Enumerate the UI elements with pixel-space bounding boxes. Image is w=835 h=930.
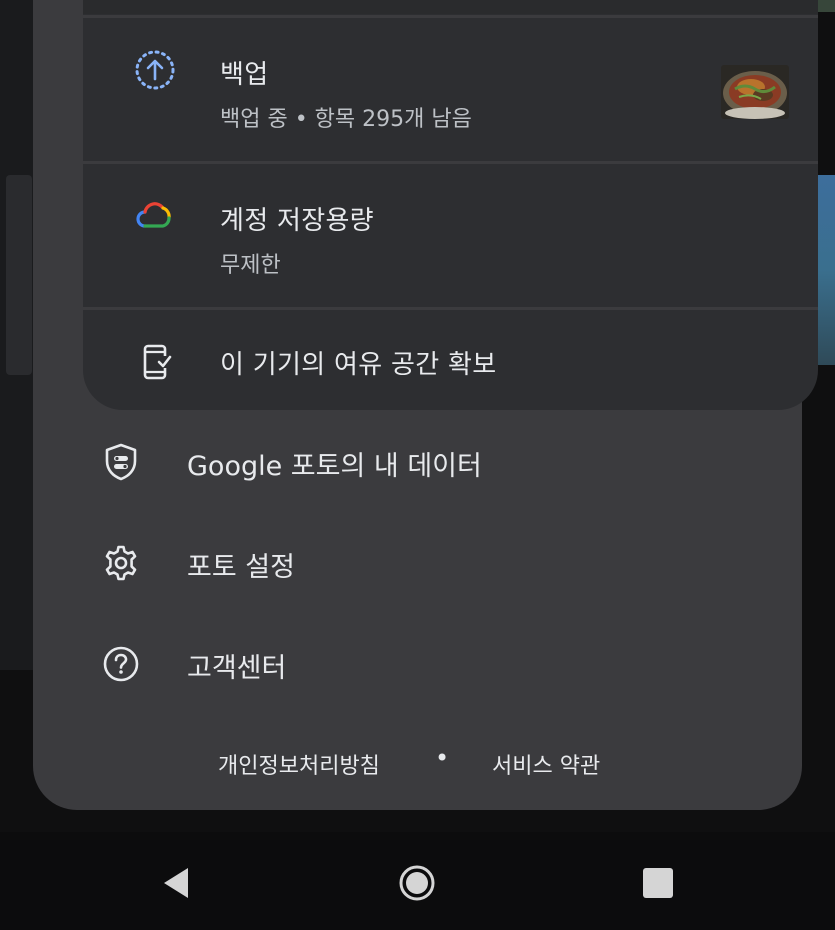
free-up-space-row[interactable]: 이 기기의 여유 공간 확보 [83,307,818,410]
footer-links: 개인정보처리방침 • 서비스 약관 [33,740,802,784]
help-center-menu-item[interactable]: 고객센터 [33,618,802,708]
terms-of-service-link[interactable]: 서비스 약관 [492,748,600,780]
shield-icon [99,440,143,484]
my-data-label: Google 포토의 내 데이터 [187,451,482,482]
storage-row[interactable]: 계정 저장용량 무제한 [83,161,818,307]
help-icon [99,642,143,686]
recents-icon[interactable] [635,860,681,906]
storage-status: 무제한 [220,253,281,278]
help-center-label: 고객센터 [187,653,287,684]
system-navigation-bar [0,832,835,930]
backup-upload-icon [133,48,177,92]
home-icon[interactable] [394,860,440,906]
my-data-menu-item[interactable]: Google 포토의 내 데이터 [33,416,802,506]
footer-separator: • [435,744,450,772]
backup-title: 백업 [220,60,269,90]
backup-thumbnail [721,65,789,119]
phone-check-icon [133,340,177,384]
card-top-divider [83,0,818,14]
storage-title: 계정 저장용량 [220,206,374,236]
background-app-left [0,0,34,670]
backup-row[interactable]: 백업 백업 중 • 항목 295개 남음 [83,15,818,161]
back-icon[interactable] [152,860,198,906]
privacy-policy-link[interactable]: 개인정보처리방침 [218,748,380,780]
gear-icon [99,541,143,585]
photo-settings-menu-item[interactable]: 포토 설정 [33,517,802,607]
google-cloud-icon [133,194,177,238]
backup-status: 백업 중 • 항목 295개 남음 [220,107,472,132]
background-panel [6,175,32,375]
photo-settings-label: 포토 설정 [187,552,295,583]
free-up-space-title: 이 기기의 여유 공간 확보 [220,350,497,380]
account-card: 백업 백업 중 • 항목 295개 남음 계정 저장용량 무제한 이 기기의 여… [83,0,818,410]
